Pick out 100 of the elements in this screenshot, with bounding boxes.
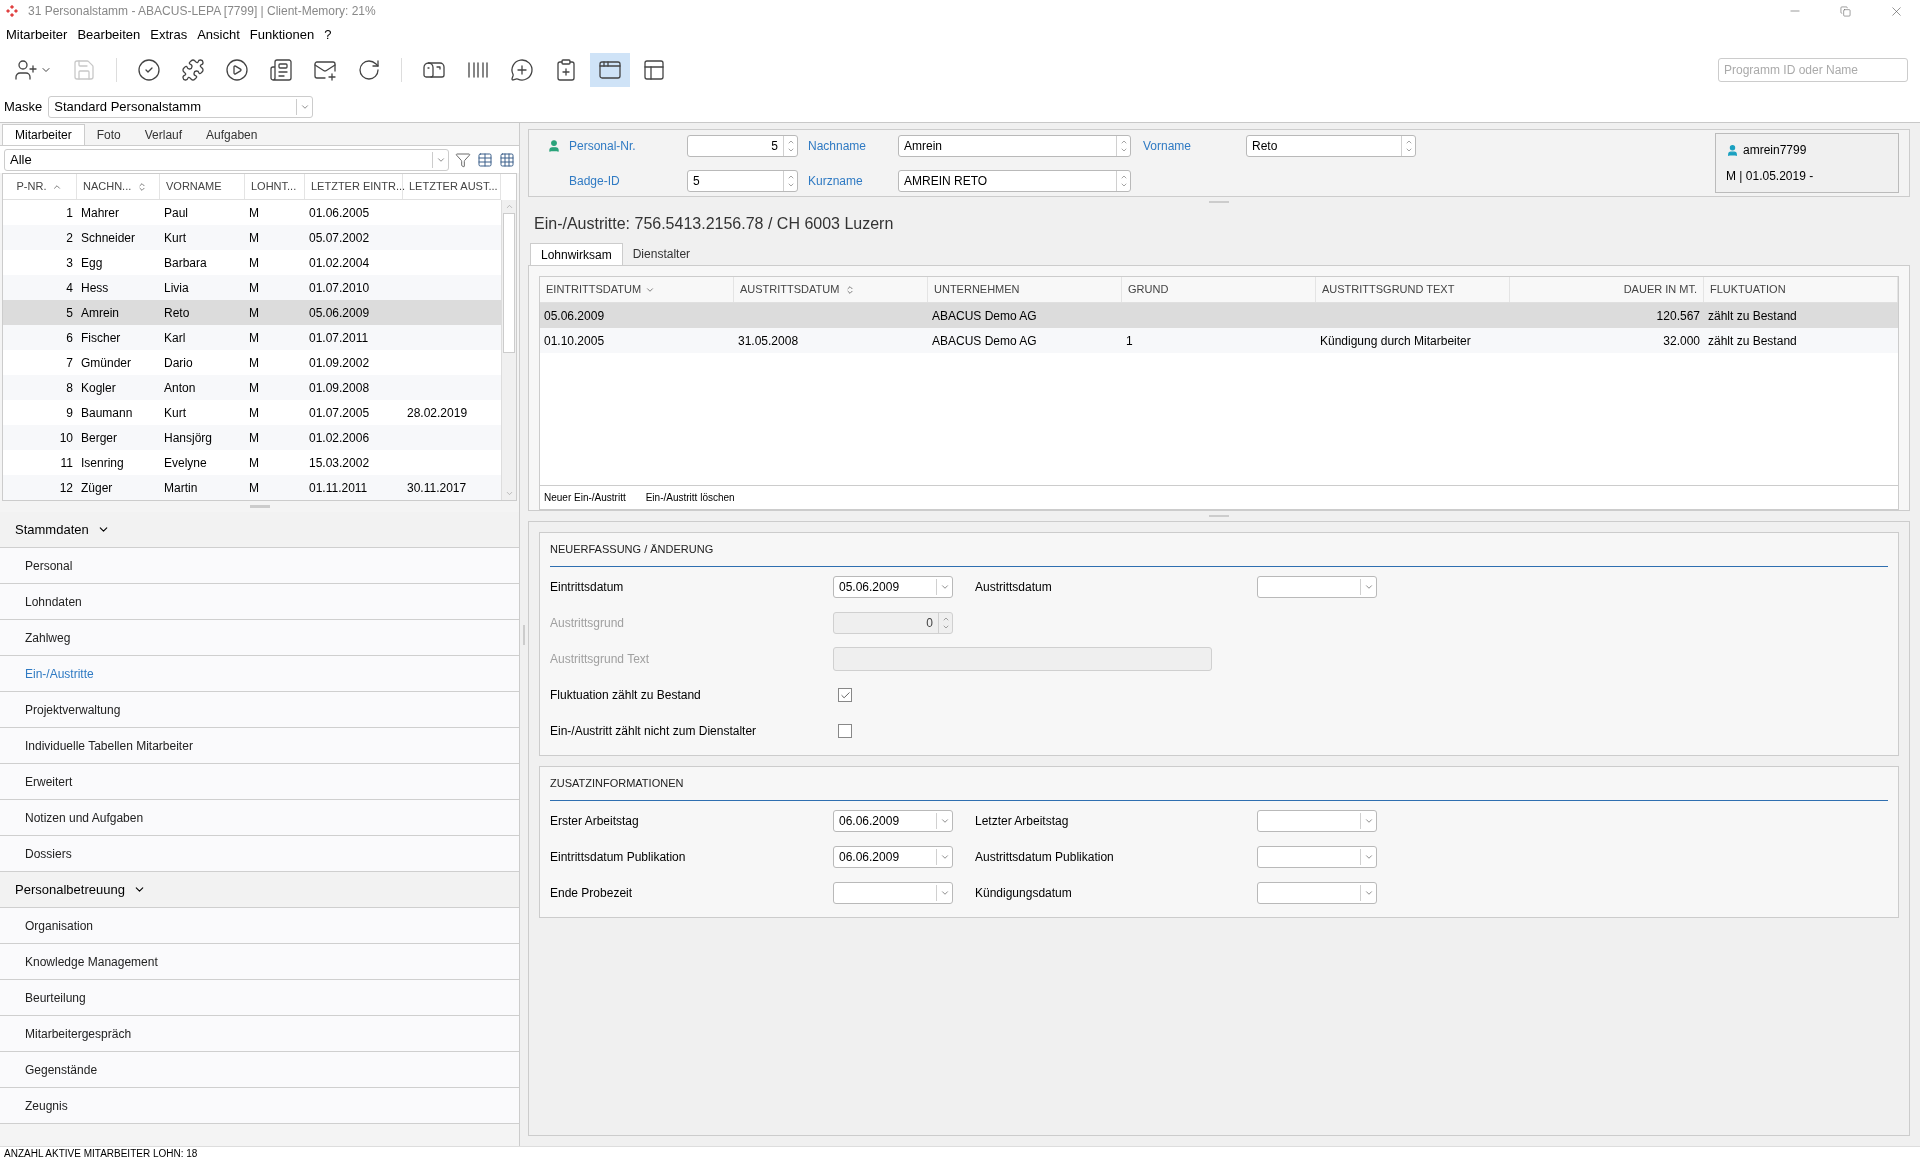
nav-item[interactable]: Organisation — [0, 908, 519, 944]
column-header[interactable]: EINTRITTSDATUM — [540, 277, 734, 302]
tab[interactable]: Verlauf — [132, 124, 195, 145]
filter-dropdown[interactable]: Alle — [4, 148, 449, 171]
column-header[interactable]: GRUND — [1122, 277, 1316, 302]
nav-item[interactable]: Personal — [0, 548, 519, 584]
table-row[interactable]: 05.06.2009 ABACUS Demo AG 120.567 zählt zu Bestand — [540, 303, 1898, 328]
nav-item[interactable]: Mitarbeitergespräch — [0, 1016, 519, 1052]
column-header[interactable]: VORNAME — [160, 174, 245, 199]
nav-item[interactable]: Knowledge Management — [0, 944, 519, 980]
column-header[interactable]: LETZTER AUST... — [403, 174, 501, 199]
restore-icon[interactable] — [1840, 5, 1851, 17]
field-label: Nachname — [808, 137, 868, 155]
nav-item[interactable]: Zahlweg — [0, 620, 519, 656]
table-cell: 8 — [66, 380, 73, 395]
column-header[interactable]: DAUER IN MT. — [1510, 277, 1704, 302]
column-header[interactable]: LOHNT... — [245, 174, 305, 199]
nav-item[interactable]: Dossiers — [0, 836, 519, 872]
tab[interactable]: Lohnwirksam — [530, 243, 623, 265]
checkbox-label: Fluktuation zählt zu Bestand — [550, 687, 702, 704]
column-header[interactable]: AUSTRITTSDATUM — [734, 277, 928, 302]
refresh-icon — [357, 58, 381, 82]
table-cell: 12 — [59, 480, 73, 495]
checkbox[interactable] — [838, 688, 852, 702]
scrollbar[interactable] — [501, 200, 516, 500]
nav-item[interactable]: Projektverwaltung — [0, 692, 519, 728]
section-title: Ein-/Austritte: 756.5413.2156.78 / CH 6003 Luzern — [534, 214, 894, 234]
grid-icon[interactable] — [499, 151, 515, 168]
table-cell: M — [249, 455, 259, 470]
date-field[interactable] — [833, 882, 953, 904]
table-row[interactable]: 12 Züger Martin M 01.11.2011 30.11.2017 — [3, 475, 501, 500]
table-row[interactable]: 2 Schneider Kurt M 05.07.2002 — [3, 225, 501, 250]
column-header[interactable]: NACHN... — [77, 174, 160, 199]
table-row[interactable]: 4 Hess Livia M 01.07.2010 — [3, 275, 501, 300]
table-cell: M — [249, 430, 259, 445]
tab[interactable]: Dienstalter — [622, 243, 701, 265]
date-field[interactable] — [1257, 810, 1377, 832]
text-field[interactable]: AMREIN RETO — [898, 169, 1131, 192]
menu-item[interactable]: Bearbeiten — [73, 25, 145, 45]
date-field[interactable]: 06.06.2009 — [833, 810, 953, 832]
add-user-icon — [14, 58, 38, 82]
tab[interactable]: Foto — [84, 124, 133, 145]
table-row[interactable]: 01.10.2005 31.05.2008 ABACUS Demo AG 1 Kündigung durch Mitarbeiter 32.000 zählt zu Bestand — [540, 328, 1898, 353]
column-header[interactable]: UNTERNEHMEN — [928, 277, 1122, 302]
date-field[interactable] — [1257, 882, 1377, 904]
program-search-field[interactable]: Programm ID oder Name — [1718, 58, 1908, 82]
checkbox[interactable] — [838, 724, 852, 738]
scroll-up-icon[interactable] — [504, 202, 514, 211]
table-cell: Kurt — [164, 230, 186, 245]
nav-item[interactable]: Lohndaten — [0, 584, 519, 620]
field-label: Personal-Nr. — [569, 137, 637, 155]
table-cell: Züger — [81, 480, 113, 495]
text-field[interactable]: Reto — [1246, 134, 1416, 157]
menu-item[interactable]: Extras — [146, 25, 192, 45]
date-field[interactable]: 06.06.2009 — [833, 846, 953, 868]
menu-item[interactable]: Ansicht — [193, 25, 244, 45]
column-header[interactable]: P-NR. — [3, 174, 77, 199]
section-header: ZUSATZINFORMATIONEN — [550, 776, 684, 792]
date-field[interactable]: 05.06.2009 — [833, 576, 953, 598]
nav-item[interactable]: Notizen und Aufgaben — [0, 800, 519, 836]
menu-item[interactable]: Mitarbeiter — [2, 25, 72, 45]
nav-item[interactable]: Ein-/Austritte — [0, 656, 519, 692]
table-cell: 5 — [66, 305, 73, 320]
nav-item[interactable]: Erweitert — [0, 764, 519, 800]
checkbox-label: Ein-/Austritt zählt nicht zum Dienstalter — [550, 723, 758, 740]
date-field[interactable] — [1257, 576, 1377, 598]
mask-dropdown[interactable]: Standard Personalstamm — [48, 96, 314, 118]
text-field[interactable]: Amrein — [898, 134, 1131, 157]
check-circle-icon — [137, 58, 161, 82]
menu-item[interactable]: Funktionen — [245, 25, 319, 45]
nav-item[interactable]: Individuelle Tabellen Mitarbeiter — [0, 728, 519, 764]
tab[interactable]: Mitarbeiter — [2, 124, 85, 145]
table-row[interactable]: 10 Berger Hansjörg M 01.02.2006 — [3, 425, 501, 450]
column-header[interactable]: LETZTER EINTR... — [305, 174, 403, 199]
table-cell: 01.02.2006 — [309, 430, 370, 445]
columns-icon[interactable] — [477, 151, 493, 168]
table-cell: 01.07.2010 — [309, 280, 370, 295]
table-row[interactable]: 8 Kogler Anton M 01.09.2008 — [3, 375, 501, 400]
tab[interactable]: Aufgaben — [194, 124, 270, 145]
table-cell: Martin — [164, 480, 198, 495]
scroll-down-icon[interactable] — [504, 489, 514, 498]
date-field[interactable] — [1257, 846, 1377, 868]
table-cell: zählt zu Bestand — [1708, 308, 1797, 323]
toolbar-button[interactable] — [590, 53, 630, 87]
column-header[interactable]: FLUKTUATION — [1704, 277, 1898, 302]
text-field[interactable]: 5 — [687, 169, 798, 192]
filter-icon[interactable] — [455, 151, 471, 168]
nav-item[interactable]: Beurteilung — [0, 980, 519, 1016]
menu-item[interactable]: ? — [320, 25, 336, 45]
number-field[interactable]: 5 — [687, 134, 798, 157]
action-link[interactable]: Neuer Ein-/Austritt — [544, 490, 626, 505]
table-cell: Hess — [81, 280, 109, 295]
table-row[interactable]: 6 Fischer Karl M 01.07.2011 — [3, 325, 501, 350]
column-header[interactable]: AUSTRITTSGRUND TEXT — [1316, 277, 1510, 302]
table-cell: M — [249, 280, 259, 295]
nav-item[interactable]: Gegenstände — [0, 1052, 519, 1088]
table-cell: M — [249, 255, 259, 270]
action-link[interactable]: Ein-/Austritt löschen — [645, 490, 735, 505]
nav-item[interactable]: Zeugnis — [0, 1088, 519, 1124]
table-row[interactable]: 5 Amrein Reto M 05.06.2009 — [3, 300, 501, 325]
